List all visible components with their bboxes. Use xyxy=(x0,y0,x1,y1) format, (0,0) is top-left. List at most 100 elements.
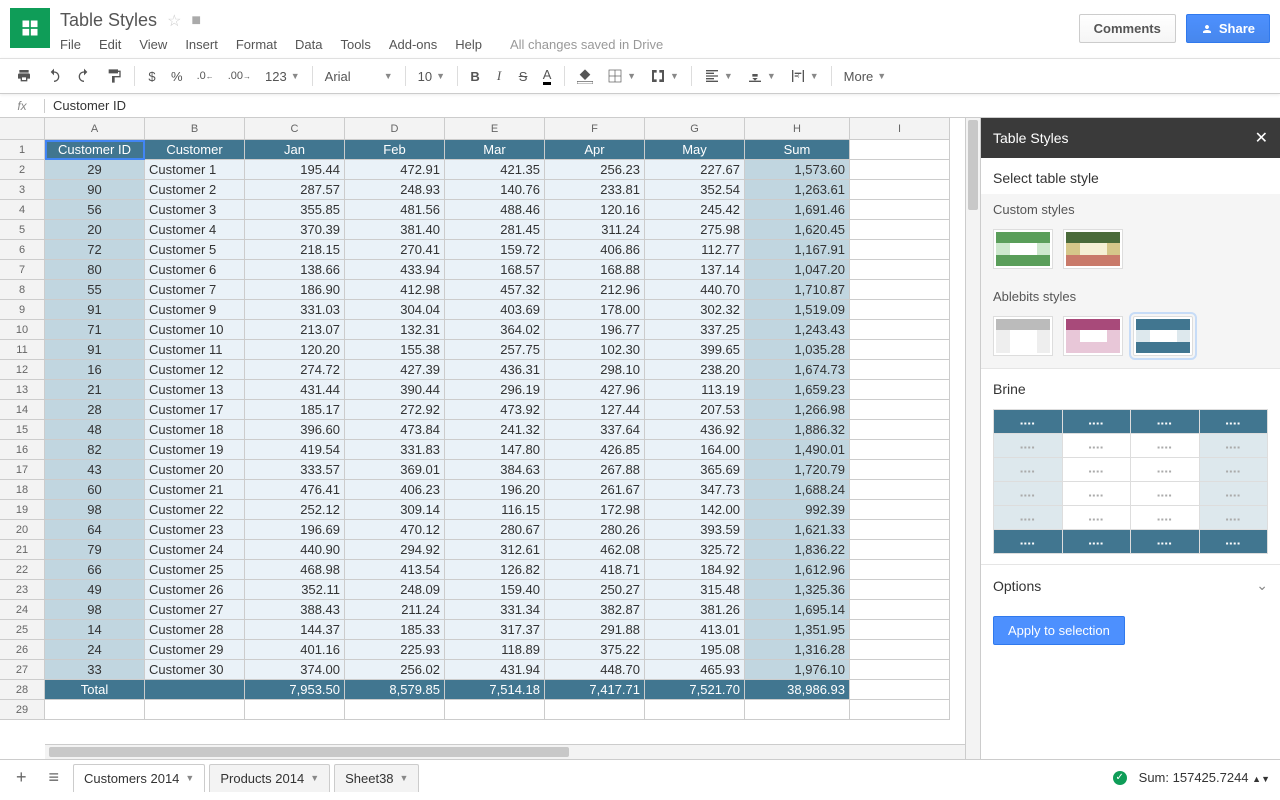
cell[interactable]: 352.11 xyxy=(245,580,345,600)
cell[interactable]: Customer 19 xyxy=(145,440,245,460)
menu-insert[interactable]: Insert xyxy=(185,37,218,52)
cell[interactable]: 118.89 xyxy=(445,640,545,660)
total-cell[interactable] xyxy=(145,680,245,700)
cell[interactable]: 132.31 xyxy=(345,320,445,340)
cell[interactable]: 275.98 xyxy=(645,220,745,240)
tab-menu-icon[interactable]: ▼ xyxy=(400,773,409,783)
cell[interactable]: 102.30 xyxy=(545,340,645,360)
row-header[interactable]: 18 xyxy=(0,480,45,500)
cell[interactable]: 55 xyxy=(45,280,145,300)
cell[interactable]: 406.86 xyxy=(545,240,645,260)
menu-data[interactable]: Data xyxy=(295,37,322,52)
cell[interactable]: 252.12 xyxy=(245,500,345,520)
row-header[interactable]: 25 xyxy=(0,620,45,640)
sheet-tab[interactable]: Sheet38▼ xyxy=(334,764,419,792)
row-header[interactable]: 27 xyxy=(0,660,45,680)
cell[interactable] xyxy=(850,180,950,200)
cell[interactable]: 168.88 xyxy=(545,260,645,280)
cell[interactable]: Customer 29 xyxy=(145,640,245,660)
cell[interactable]: 112.77 xyxy=(645,240,745,260)
cell[interactable]: 436.92 xyxy=(645,420,745,440)
cell[interactable]: 421.35 xyxy=(445,160,545,180)
cell[interactable]: 427.39 xyxy=(345,360,445,380)
cell[interactable]: 195.08 xyxy=(645,640,745,660)
undo-icon[interactable] xyxy=(40,64,68,88)
row-header[interactable]: 26 xyxy=(0,640,45,660)
cell[interactable]: 142.00 xyxy=(645,500,745,520)
cell[interactable]: 280.67 xyxy=(445,520,545,540)
cell[interactable]: 207.53 xyxy=(645,400,745,420)
style-swatch-brine[interactable] xyxy=(1133,316,1193,356)
cell[interactable]: 331.34 xyxy=(445,600,545,620)
cell[interactable]: 233.81 xyxy=(545,180,645,200)
cell[interactable]: 488.46 xyxy=(445,200,545,220)
cell[interactable]: 304.04 xyxy=(345,300,445,320)
cell[interactable]: 369.01 xyxy=(345,460,445,480)
cell[interactable]: 1,573.60 xyxy=(745,160,850,180)
cell[interactable]: 465.93 xyxy=(645,660,745,680)
cell[interactable] xyxy=(645,700,745,720)
italic-button[interactable]: I xyxy=(488,64,510,88)
cell[interactable]: 309.14 xyxy=(345,500,445,520)
cell[interactable] xyxy=(850,340,950,360)
cell[interactable]: 91 xyxy=(45,300,145,320)
cell[interactable]: Customer 1 xyxy=(145,160,245,180)
row-header[interactable]: 24 xyxy=(0,600,45,620)
cell[interactable]: 14 xyxy=(45,620,145,640)
cell[interactable]: 440.70 xyxy=(645,280,745,300)
cell[interactable]: 381.40 xyxy=(345,220,445,240)
cell[interactable]: Customer 2 xyxy=(145,180,245,200)
cell[interactable]: 388.43 xyxy=(245,600,345,620)
cell[interactable]: Customer 4 xyxy=(145,220,245,240)
cell[interactable]: 21 xyxy=(45,380,145,400)
style-swatch-olive[interactable] xyxy=(1063,229,1123,269)
cell[interactable]: 91 xyxy=(45,340,145,360)
row-header[interactable]: 6 xyxy=(0,240,45,260)
row-header[interactable]: 10 xyxy=(0,320,45,340)
cell[interactable]: 427.96 xyxy=(545,380,645,400)
cell[interactable]: 113.19 xyxy=(645,380,745,400)
sheet-tab[interactable]: Customers 2014▼ xyxy=(73,764,205,792)
cell[interactable]: 257.75 xyxy=(445,340,545,360)
cell[interactable]: 390.44 xyxy=(345,380,445,400)
cell[interactable] xyxy=(345,700,445,720)
cell[interactable]: 1,035.28 xyxy=(745,340,850,360)
cell[interactable]: 227.67 xyxy=(645,160,745,180)
cell[interactable]: 448.70 xyxy=(545,660,645,680)
total-cell[interactable]: Total xyxy=(45,680,145,700)
header-cell[interactable]: Sum xyxy=(745,140,850,160)
cell[interactable]: 472.91 xyxy=(345,160,445,180)
cell[interactable] xyxy=(850,280,950,300)
cell[interactable]: 352.54 xyxy=(645,180,745,200)
cell[interactable]: 72 xyxy=(45,240,145,260)
font-select[interactable]: Arial▼ xyxy=(319,67,399,86)
col-header-E[interactable]: E xyxy=(445,118,545,140)
tab-menu-icon[interactable]: ▼ xyxy=(310,773,319,783)
cell[interactable] xyxy=(850,220,950,240)
cell[interactable]: 28 xyxy=(45,400,145,420)
cell[interactable]: 127.44 xyxy=(545,400,645,420)
cell[interactable]: 412.98 xyxy=(345,280,445,300)
col-header-B[interactable]: B xyxy=(145,118,245,140)
redo-icon[interactable] xyxy=(70,64,98,88)
cell[interactable]: Customer 23 xyxy=(145,520,245,540)
cell[interactable]: 43 xyxy=(45,460,145,480)
row-header[interactable]: 11 xyxy=(0,340,45,360)
number-format-menu[interactable]: 123▼ xyxy=(259,67,306,86)
cell[interactable]: 250.27 xyxy=(545,580,645,600)
cell[interactable]: 396.60 xyxy=(245,420,345,440)
row-header[interactable]: 19 xyxy=(0,500,45,520)
cell[interactable]: 476.41 xyxy=(245,480,345,500)
cell[interactable]: Customer 17 xyxy=(145,400,245,420)
folder-icon[interactable]: ■ xyxy=(191,12,201,30)
row-header[interactable]: 9 xyxy=(0,300,45,320)
v-align-button[interactable]: ▼ xyxy=(741,66,782,86)
cell[interactable]: 144.37 xyxy=(245,620,345,640)
add-sheet-button[interactable]: + xyxy=(8,763,35,792)
row-header[interactable]: 29 xyxy=(0,700,45,720)
share-button[interactable]: Share xyxy=(1186,14,1270,43)
cell[interactable]: 164.00 xyxy=(645,440,745,460)
total-cell[interactable]: 7,953.50 xyxy=(245,680,345,700)
cell[interactable]: Customer 10 xyxy=(145,320,245,340)
cell[interactable] xyxy=(145,700,245,720)
